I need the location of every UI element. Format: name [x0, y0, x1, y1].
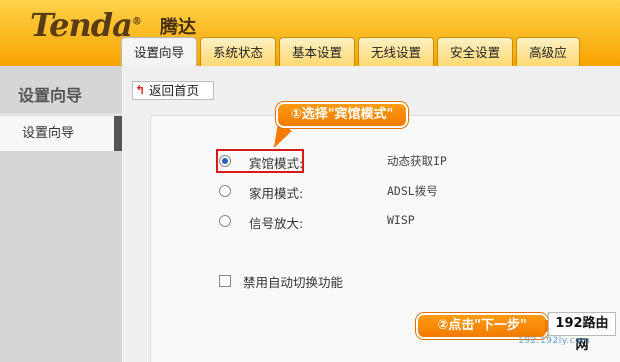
disable-auto-switch-checkbox[interactable] [219, 275, 231, 287]
tab-system-status[interactable]: 系统状态 [200, 37, 277, 66]
home-mode-label: 家用模式: [249, 186, 304, 201]
hotel-mode-value: 动态获取IP [387, 154, 447, 168]
tab-setup-wizard[interactable]: 设置向导 [121, 37, 198, 67]
tab-basic-settings[interactable]: 基本设置 [279, 37, 356, 66]
hotel-mode-highlight [216, 149, 304, 173]
header-bar: Tenda® 腾达 设置向导 系统状态 基本设置 无线设置 安全设置 高级应 [0, 0, 620, 67]
sidebar-divider [0, 114, 122, 115]
back-arrow-icon: ↰ [135, 83, 146, 97]
sidebar-active-marker [114, 116, 122, 151]
watermark-url: 192.192ly.com [518, 336, 591, 346]
signal-amplify-radio[interactable] [219, 215, 231, 227]
tab-security-settings[interactable]: 安全设置 [437, 37, 514, 66]
back-home-label: 返回首页 [149, 83, 200, 98]
sidebar-item-setup-wizard[interactable]: 设置向导 [0, 116, 114, 151]
tab-advanced[interactable]: 高级应 [516, 37, 580, 66]
watermark-logo: 192路由网 [548, 312, 616, 353]
back-home-button[interactable]: ↰ 返回首页 [132, 81, 214, 100]
mode-row-signal: 信号放大: WISP [219, 211, 415, 231]
signal-amplify-value: WISP [387, 213, 415, 227]
sidebar-title: 设置向导 [18, 86, 83, 105]
brand-name: 腾达 [160, 17, 196, 38]
disable-auto-switch-label: 禁用自动切换功能 [243, 275, 344, 290]
callout-step1: ①选择"宾馆模式" [276, 102, 408, 128]
home-mode-value: ADSL拨号 [387, 184, 438, 198]
main-tabs: 设置向导 系统状态 基本设置 无线设置 安全设置 高级应 [121, 37, 583, 67]
home-mode-radio[interactable] [219, 185, 231, 197]
sidebar: 设置向导 设置向导 [0, 66, 122, 362]
mode-row-home: 家用模式: ADSL拨号 [219, 181, 438, 201]
auto-switch-row: 禁用自动切换功能 [219, 271, 343, 291]
signal-amplify-label: 信号放大: [249, 216, 304, 231]
tab-wireless-settings[interactable]: 无线设置 [358, 37, 435, 66]
